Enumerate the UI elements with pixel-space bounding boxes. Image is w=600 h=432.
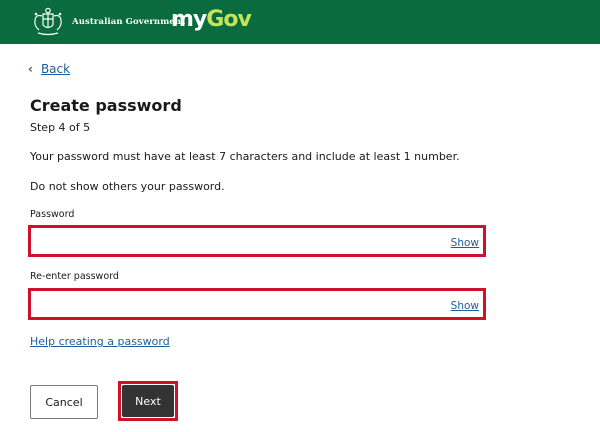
password-label: Password <box>30 209 75 220</box>
page-title: Create password <box>30 96 182 115</box>
government-name: Australian Government <box>72 17 186 27</box>
password-input[interactable] <box>35 231 445 251</box>
reenter-password-field-highlight: Show <box>28 288 486 320</box>
logo-my-text: my <box>171 7 207 32</box>
password-rule-text: Your password must have at least 7 chara… <box>30 150 460 163</box>
next-button[interactable]: Next <box>122 385 174 417</box>
logo-gov-text: Gov <box>206 7 252 32</box>
password-field-highlight: Show <box>28 225 486 257</box>
coat-of-arms-icon <box>34 7 62 36</box>
chevron-left-icon: ‹ <box>28 62 33 76</box>
step-indicator: Step 4 of 5 <box>30 121 91 134</box>
australian-government-logo: Australian Government <box>30 6 185 38</box>
show-password-toggle[interactable]: Show <box>451 237 479 249</box>
reenter-password-input[interactable] <box>35 294 445 314</box>
show-reenter-password-toggle[interactable]: Show <box>451 300 479 312</box>
mygov-logo[interactable]: myGov <box>171 5 252 35</box>
cancel-button[interactable]: Cancel <box>30 385 98 419</box>
password-secret-text: Do not show others your password. <box>30 180 225 193</box>
reenter-password-label: Re-enter password <box>30 271 119 282</box>
help-creating-password-link[interactable]: Help creating a password <box>30 335 170 349</box>
site-header: Australian Government myGov <box>0 0 600 44</box>
back-link[interactable]: ‹ Back <box>28 62 70 76</box>
back-link-label: Back <box>40 62 71 76</box>
